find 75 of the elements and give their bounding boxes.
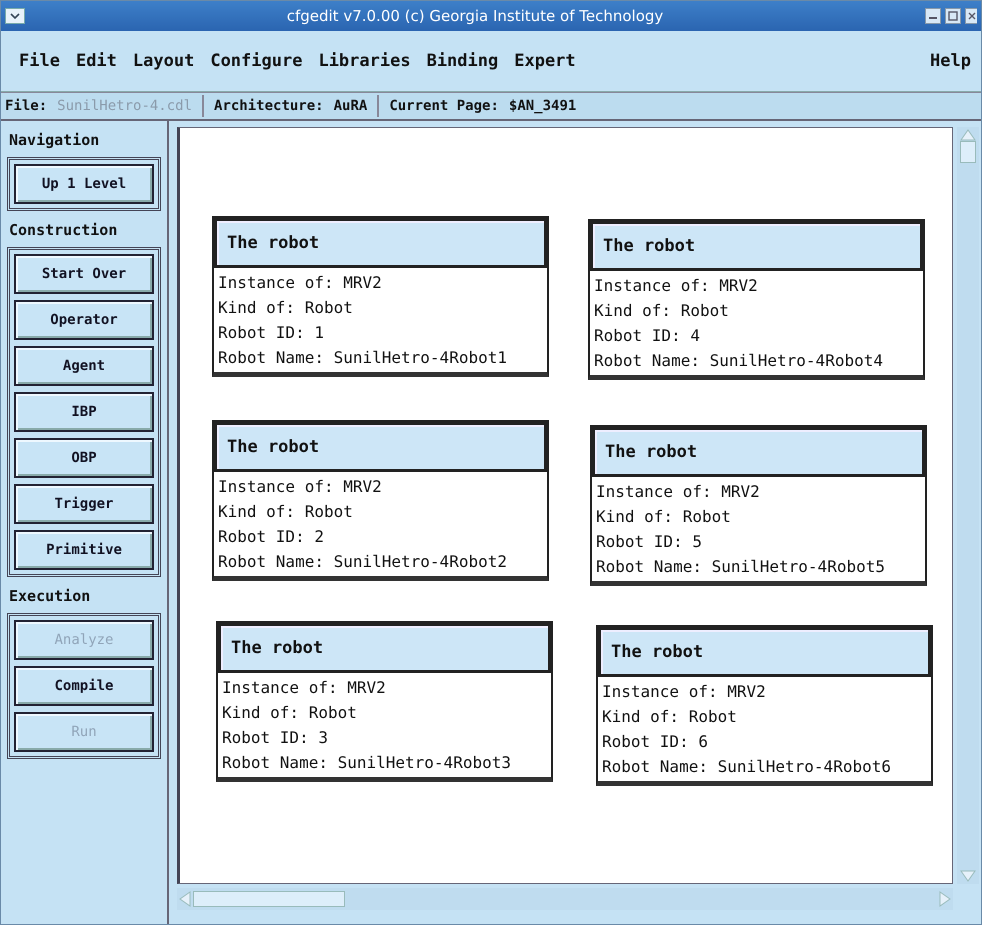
menu-item[interactable]: File xyxy=(19,49,60,73)
sidebar-button[interactable]: Start Over xyxy=(14,254,154,294)
menu-item[interactable]: Layout xyxy=(132,49,194,73)
node-title: The robot xyxy=(598,627,931,677)
node-title: The robot xyxy=(214,422,547,472)
node-property: Instance of: MRV2 xyxy=(602,681,767,703)
node-property: Robot Name: SunilHetro-4Robot5 xyxy=(596,556,886,578)
menu-item[interactable]: Libraries xyxy=(318,49,411,73)
node-property: Robot ID: 2 xyxy=(218,526,325,548)
node-property: Robot Name: SunilHetro-4Robot4 xyxy=(594,350,884,372)
info-label: Current Page: xyxy=(389,98,499,114)
node-title: The robot xyxy=(592,427,925,477)
robot-node[interactable]: The robot Instance of: MRV2 Kind of: Robot Robot ID: 3 Robot Name: SunilHetro-4Robot3 xyxy=(216,621,553,782)
up-arrow-icon[interactable] xyxy=(960,129,976,141)
node-title: The robot xyxy=(590,221,923,271)
node-property: Instance of: MRV2 xyxy=(218,272,383,294)
node-property: Kind of: Robot xyxy=(222,702,358,724)
scroll-thumb[interactable] xyxy=(960,141,976,163)
sidebar-button[interactable]: Operator xyxy=(14,300,154,340)
node-property: Robot ID: 6 xyxy=(602,731,709,753)
page-value: $AN_3491 xyxy=(508,98,576,114)
node-property: Robot Name: SunilHetro-4Robot2 xyxy=(218,551,508,573)
menu-item[interactable]: Edit xyxy=(76,49,117,73)
sidebar-button[interactable]: Up 1 Level xyxy=(14,164,154,204)
architecture-value: AuRA xyxy=(334,98,368,114)
sidebar-button[interactable]: Compile xyxy=(14,666,154,706)
node-property: Robot ID: 5 xyxy=(596,531,703,553)
minimize-icon[interactable] xyxy=(925,8,941,24)
menu-item[interactable]: Help xyxy=(930,49,971,73)
node-property: Robot Name: SunilHetro-4Robot6 xyxy=(602,756,892,778)
left-arrow-icon[interactable] xyxy=(179,891,191,907)
node-property: Robot Name: SunilHetro-4Robot3 xyxy=(222,752,512,774)
robot-node[interactable]: The robot Instance of: MRV2 Kind of: Robot Robot ID: 2 Robot Name: SunilHetro-4Robot2 xyxy=(212,420,549,581)
maximize-icon[interactable] xyxy=(945,8,961,24)
vertical-scrollbar[interactable] xyxy=(957,127,979,884)
close-icon[interactable] xyxy=(965,8,977,24)
node-property: Kind of: Robot xyxy=(594,300,730,322)
node-property: Instance of: MRV2 xyxy=(218,476,383,498)
chevron-icon[interactable] xyxy=(5,8,25,24)
sidebar-button[interactable]: Primitive xyxy=(14,530,154,570)
section-heading: Execution xyxy=(8,586,92,607)
robot-node[interactable]: The robot Instance of: MRV2 Kind of: Robot Robot ID: 5 Robot Name: SunilHetro-4Robot5 xyxy=(590,425,927,586)
robot-node[interactable]: The robot Instance of: MRV2 Kind of: Robot Robot ID: 4 Robot Name: SunilHetro-4Robot4 xyxy=(588,219,925,380)
node-property: Robot ID: 4 xyxy=(594,325,701,347)
sidebar-button[interactable]: IBP xyxy=(14,392,154,432)
node-title: The robot xyxy=(214,218,547,268)
node-property: Robot Name: SunilHetro-4Robot1 xyxy=(218,347,508,369)
file-name: SunilHetro-4.cdl xyxy=(57,98,192,114)
horizontal-scrollbar[interactable] xyxy=(177,888,953,910)
node-property: Kind of: Robot xyxy=(602,706,738,728)
window-title: cfgedit v7.0.00 (c) Georgia Institute of Technology xyxy=(286,7,664,25)
section-heading: Construction xyxy=(8,220,118,241)
menu-item[interactable]: Expert xyxy=(514,49,576,73)
node-property: Kind of: Robot xyxy=(218,501,354,523)
menu-item[interactable]: Binding xyxy=(426,49,498,73)
node-property: Robot ID: 3 xyxy=(222,727,329,749)
right-arrow-icon[interactable] xyxy=(939,891,951,907)
info-label: File: xyxy=(5,98,48,114)
node-property: Robot ID: 1 xyxy=(218,322,325,344)
menu-item[interactable]: Configure xyxy=(210,49,302,73)
section-heading: Navigation xyxy=(8,130,100,151)
robot-node[interactable]: The robot Instance of: MRV2 Kind of: Robot Robot ID: 6 Robot Name: SunilHetro-4Robot6 xyxy=(596,625,933,786)
sidebar-button[interactable]: Trigger xyxy=(14,484,154,524)
node-property: Instance of: MRV2 xyxy=(222,677,387,699)
node-property: Instance of: MRV2 xyxy=(596,481,761,503)
node-property: Kind of: Robot xyxy=(218,297,354,319)
info-label: Architecture: xyxy=(214,98,324,114)
node-property: Instance of: MRV2 xyxy=(594,275,759,297)
down-arrow-icon[interactable] xyxy=(960,870,976,882)
node-title: The robot xyxy=(218,623,551,673)
robot-node[interactable]: The robot Instance of: MRV2 Kind of: Robot Robot ID: 1 Robot Name: SunilHetro-4Robot1 xyxy=(212,216,549,377)
scroll-thumb[interactable] xyxy=(193,891,345,907)
sidebar-button[interactable]: Agent xyxy=(14,346,154,386)
node-property: Kind of: Robot xyxy=(596,506,732,528)
sidebar-button[interactable]: OBP xyxy=(14,438,154,478)
